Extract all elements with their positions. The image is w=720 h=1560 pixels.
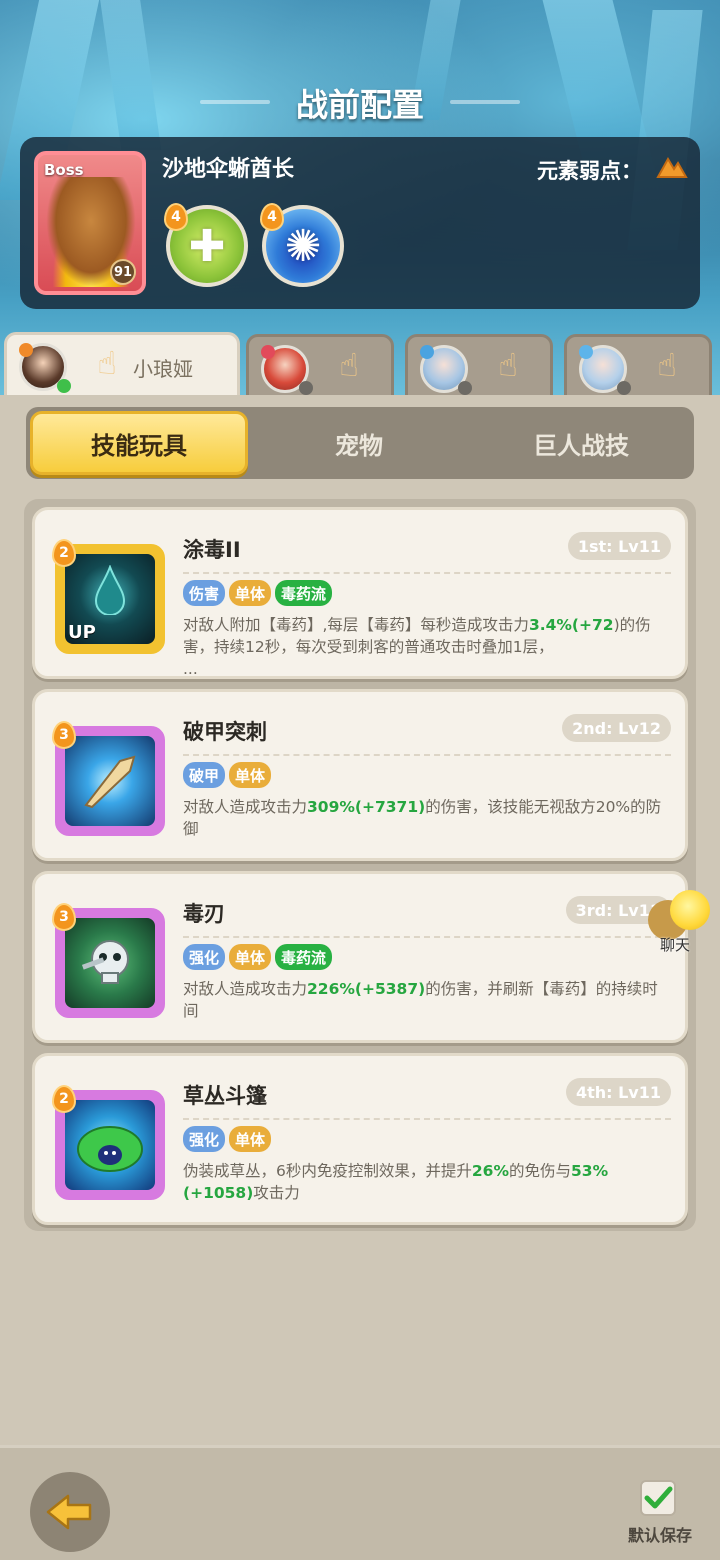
divider — [183, 572, 671, 574]
skill-icon-poison-drop[interactable]: UP 2 — [52, 539, 165, 654]
skill-tag: 毒药流 — [275, 944, 333, 970]
tap-hand-icon: ☝ — [498, 346, 518, 384]
smiley-icon — [670, 890, 710, 930]
skill-card[interactable]: 2 草丛斗篷 4th: Lv11 强化 单体 伪装成草丛，6秒内免疫控制效果，并… — [32, 1053, 688, 1225]
hero-tab-1[interactable]: ☝ 小琅娅 — [4, 332, 240, 398]
class-badge-icon — [261, 345, 275, 359]
skill-tag: 破甲 — [183, 762, 226, 788]
boss-skill-water[interactable]: ✺ 4 — [260, 203, 344, 287]
checkmark-icon — [644, 1486, 673, 1509]
boss-portrait[interactable]: Boss 91 — [34, 151, 146, 295]
skill-icon-bush-cloak[interactable]: 2 — [52, 1085, 165, 1200]
skill-icon-armor-pierce[interactable]: 3 — [52, 721, 165, 836]
skill-card[interactable]: 3 破甲突刺 2nd: Lv12 破甲 单体 对敌人造成攻击力309%(+737… — [32, 689, 688, 861]
skill-title: 草丛斗篷 — [183, 1084, 267, 1108]
skill-card[interactable]: UP 2 涂毒II 1st: Lv11 伤害 单体 毒药流 对敌人附加【毒药】,… — [32, 507, 688, 679]
skill-tag: 伤害 — [183, 580, 226, 606]
skill-tag: 单体 — [229, 1126, 272, 1152]
skill-tags: 破甲 单体 — [183, 762, 272, 788]
skill-level-badge: 2 — [52, 1085, 76, 1113]
skill-tag: 强化 — [183, 944, 226, 970]
tab-giant-skills[interactable]: 巨人战技 — [472, 411, 690, 475]
skill-tag: 毒药流 — [275, 580, 333, 606]
chat-label: 聊天 — [660, 936, 691, 954]
status-badge-icon — [299, 381, 313, 395]
status-badge-icon — [57, 379, 71, 393]
tab-skill-toys[interactable]: 技能玩具 — [30, 411, 248, 475]
skill-tag: 单体 — [229, 944, 272, 970]
tab-pets[interactable]: 宠物 — [250, 411, 468, 475]
spear-strike-icon — [84, 755, 136, 809]
back-arrow-icon — [46, 1494, 92, 1530]
back-button[interactable] — [30, 1472, 110, 1552]
earth-element-icon[interactable] — [656, 155, 688, 179]
skill-description: 对敌人附加【毒药】,每层【毒药】每秒造成攻击力3.4%(+72)的伤害，持续12… — [183, 616, 651, 678]
skill-level-badge: 2 — [52, 539, 76, 567]
boss-name: 沙地伞蜥酋长 — [162, 157, 295, 182]
skill-title: 破甲突刺 — [183, 720, 267, 744]
page-title: 战前配置 — [295, 86, 424, 124]
boss-skill-level-badge: 4 — [260, 203, 284, 231]
main-panel: 技能玩具 宠物 巨人战技 UP 2 涂毒II 1st: Lv11 伤害 单体 毒… — [0, 395, 720, 1445]
boss-panel: Boss 91 沙地伞蜥酋长 元素弱点： ✚ 4 ✺ 4 — [20, 137, 700, 309]
skill-description: 对敌人造成攻击力309%(+7371)的伤害，该技能无视敌方20%的防御 — [183, 798, 662, 838]
class-badge-icon — [19, 343, 33, 357]
skill-description: 伪装成草丛，6秒内免疫控制效果，并提升26%的免伤与53%(+1058)攻击力 — [183, 1162, 609, 1202]
status-badge-icon — [458, 381, 472, 395]
skill-tags: 强化 单体 — [183, 1126, 272, 1152]
class-badge-icon — [420, 345, 434, 359]
poison-drop-icon — [94, 565, 126, 615]
skill-slot-level: 1st: Lv11 — [567, 532, 671, 560]
hero-tab-3[interactable]: ☝ — [405, 334, 553, 396]
hero-name: 小琅娅 — [133, 357, 193, 381]
default-save-toggle[interactable]: 默认保存 — [620, 1478, 700, 1548]
bush-icon — [77, 1126, 143, 1172]
save-checkbox[interactable] — [640, 1480, 676, 1516]
skill-icon-poison-blade[interactable]: 3 — [52, 903, 165, 1018]
skill-tag: 强化 — [183, 1126, 226, 1152]
skill-title: 毒刃 — [183, 902, 225, 926]
weakness-label: 元素弱点： — [537, 159, 642, 183]
hero-tab-4[interactable]: ☝ — [564, 334, 712, 396]
tap-hand-icon: ☝ — [339, 346, 359, 384]
skull-dagger-icon — [81, 940, 129, 984]
skill-list[interactable]: UP 2 涂毒II 1st: Lv11 伤害 单体 毒药流 对敌人附加【毒药】,… — [24, 499, 696, 1231]
boss-skill-heal[interactable]: ✚ 4 — [164, 203, 248, 287]
footer-bar: 默认保存 — [0, 1445, 720, 1560]
skill-title: 涂毒II — [183, 538, 241, 562]
skill-tag: 单体 — [229, 580, 272, 606]
skill-level-badge: 3 — [52, 721, 76, 749]
divider — [183, 754, 671, 756]
skill-card[interactable]: 3 毒刃 3rd: Lv11 强化 单体 毒药流 对敌人造成攻击力226%(+5… — [32, 871, 688, 1043]
boss-level-badge: 91 — [110, 259, 136, 285]
tap-hand-icon: ☝ — [657, 346, 677, 384]
hero-tab-2[interactable]: ☝ — [246, 334, 394, 396]
subtab-bar: 技能玩具 宠物 巨人战技 — [26, 407, 694, 479]
status-badge-icon — [617, 381, 631, 395]
boss-skill-level-badge: 4 — [164, 203, 188, 231]
skill-level-badge: 3 — [52, 903, 76, 931]
boss-tag: Boss — [44, 161, 84, 179]
save-label: 默认保存 — [627, 1526, 692, 1545]
skill-tags: 强化 单体 毒药流 — [183, 944, 333, 970]
skill-slot-level: 4th: Lv11 — [565, 1078, 671, 1106]
chat-button[interactable]: 聊天 — [648, 890, 718, 956]
skill-description: 对敌人造成攻击力226%(+5387)的伤害，并刷新【毒药】的持续时间 — [183, 980, 658, 1020]
skill-tags: 伤害 单体 毒药流 — [183, 580, 333, 606]
class-badge-icon — [579, 345, 593, 359]
skill-slot-level: 2nd: Lv12 — [562, 714, 671, 742]
tap-hand-icon: ☝ — [97, 344, 117, 382]
upgrade-tag: UP — [68, 622, 96, 643]
divider — [183, 936, 671, 938]
skill-tag: 单体 — [229, 762, 272, 788]
divider — [183, 1118, 671, 1120]
